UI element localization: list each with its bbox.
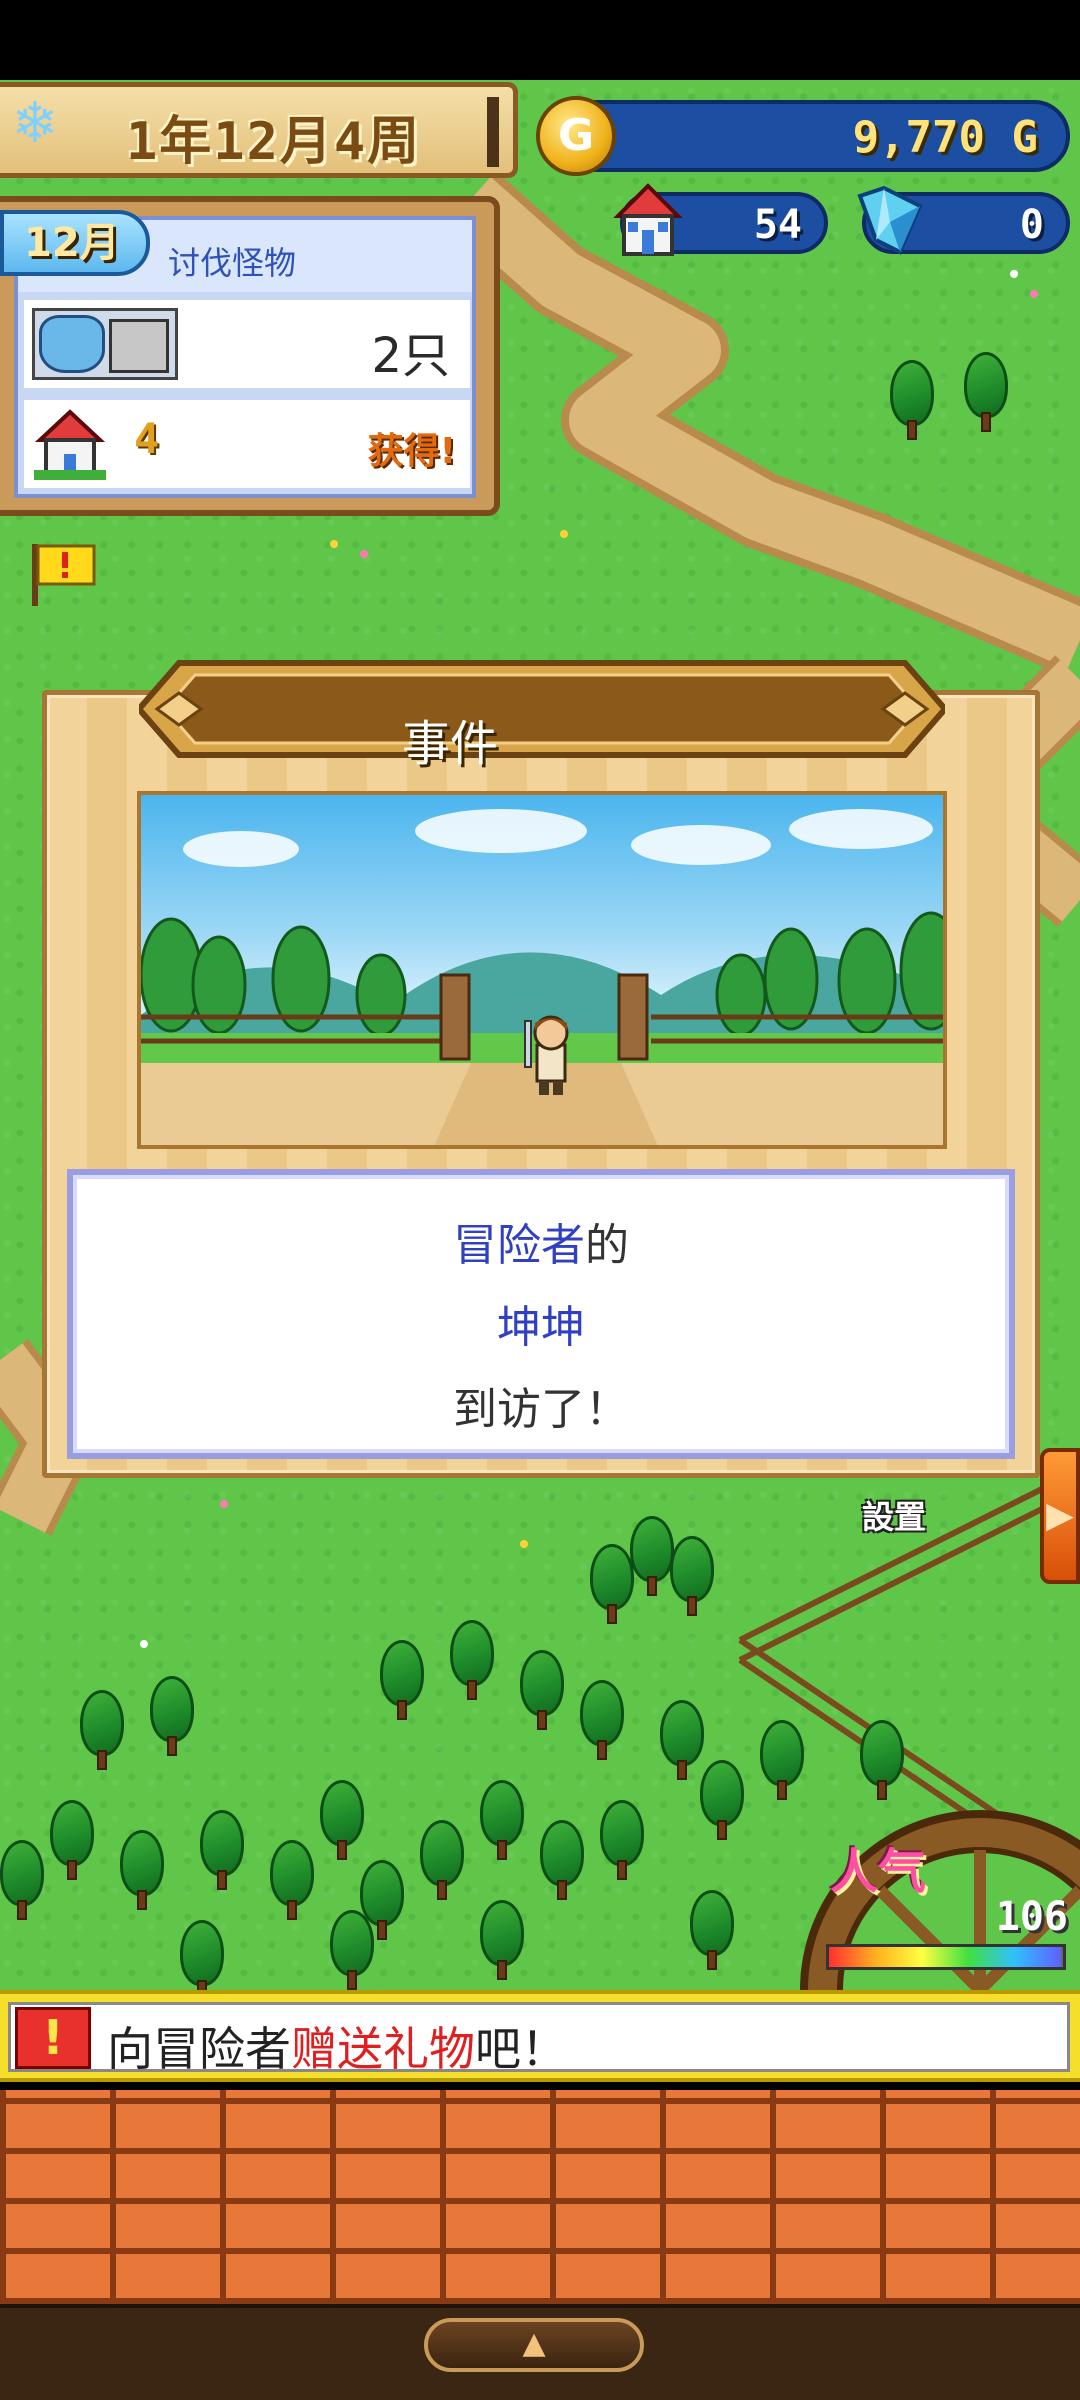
gold-counter: G 9,770 G bbox=[536, 96, 1070, 176]
date-panel: ❄ 1年12月4周 bbox=[0, 82, 518, 178]
event-message-particle: 的 bbox=[585, 1220, 629, 1271]
exclamation-icon: ! bbox=[15, 2007, 91, 2069]
flower bbox=[140, 1640, 148, 1648]
gold-value: 9,770 G bbox=[852, 112, 1038, 163]
popularity-gauge[interactable]: 人气 106 bbox=[790, 1790, 1080, 2170]
tree bbox=[580, 1680, 624, 1762]
tree bbox=[80, 1690, 124, 1772]
flower bbox=[220, 1500, 228, 1508]
tree bbox=[890, 360, 934, 442]
tree bbox=[380, 1640, 424, 1722]
crystal-counter: 0 bbox=[857, 185, 1070, 255]
monster-count: 2只 bbox=[371, 328, 450, 384]
popularity-meter bbox=[826, 1944, 1066, 1970]
event-illustration bbox=[137, 791, 947, 1149]
hint-prefix: 向冒险者 bbox=[107, 2022, 291, 2076]
tree bbox=[480, 1780, 524, 1862]
tree bbox=[964, 352, 1008, 434]
hint-text: 向冒险者赠送礼物吧！ bbox=[107, 2013, 567, 2079]
tree bbox=[450, 1620, 494, 1702]
reward-count: 4 bbox=[134, 414, 160, 463]
tree bbox=[420, 1820, 464, 1902]
bottom-bar: ▲ bbox=[0, 2304, 1080, 2400]
tree bbox=[480, 1900, 524, 1982]
house-counter: 54 bbox=[613, 183, 828, 256]
month-badge: 12月 bbox=[0, 210, 150, 276]
tree bbox=[330, 1910, 374, 1990]
monster-icon bbox=[32, 308, 178, 380]
gold-coin-icon: G bbox=[536, 96, 616, 176]
adventurer-name: 坤坤 bbox=[497, 1302, 585, 1353]
flower bbox=[1010, 270, 1018, 278]
tree bbox=[540, 1820, 584, 1902]
adventurer-class: 冒险者 bbox=[453, 1220, 585, 1271]
event-message-line: 冒险者的 bbox=[73, 1209, 1009, 1273]
side-menu-arrow-button[interactable]: ▶ bbox=[1040, 1448, 1080, 1584]
hint-suffix: 吧！ bbox=[475, 2022, 567, 2076]
tree bbox=[700, 1760, 744, 1842]
event-message-line: 到访了！ bbox=[453, 1384, 629, 1435]
crystal-icon bbox=[857, 185, 923, 255]
date-label: 1年12月4周 bbox=[126, 112, 422, 172]
date-panel-edge bbox=[487, 97, 499, 167]
house-icon bbox=[34, 409, 106, 480]
quest-header: 12月 讨伐怪物 bbox=[0, 210, 472, 292]
tree bbox=[150, 1676, 194, 1758]
event-title: 事件 bbox=[401, 716, 498, 772]
popularity-label: 人气 bbox=[830, 1844, 927, 1900]
flower bbox=[560, 530, 568, 538]
tree bbox=[200, 1810, 244, 1892]
event-dialog[interactable]: 事件 冒险者的 坤坤 到访了！ bbox=[42, 660, 1040, 1478]
house-count: 54 bbox=[753, 202, 802, 248]
tree bbox=[320, 1780, 364, 1862]
quest-card: 12月 讨伐怪物 2只 4 获得! bbox=[0, 210, 476, 498]
flower bbox=[360, 550, 368, 558]
crystal-count: 0 bbox=[1019, 202, 1044, 248]
popularity-value: 106 bbox=[995, 1894, 1068, 1940]
brick-wall bbox=[0, 2090, 1080, 2304]
flag-icon[interactable] bbox=[28, 540, 98, 606]
tree bbox=[690, 1890, 734, 1972]
tree bbox=[0, 1840, 44, 1922]
tree bbox=[670, 1536, 714, 1618]
tree bbox=[630, 1516, 674, 1598]
settings-button[interactable]: 設置 bbox=[862, 1486, 952, 1542]
flower bbox=[520, 1540, 528, 1548]
popularity-meter-fill bbox=[829, 1947, 1061, 1967]
quest-panel[interactable]: 12月 讨伐怪物 2只 4 获得! bbox=[0, 196, 500, 516]
town-gate-scene bbox=[141, 809, 943, 1145]
tree bbox=[590, 1544, 634, 1626]
hint-highlight: 赠送礼物 bbox=[291, 2022, 475, 2076]
tree bbox=[180, 1920, 224, 1990]
tree bbox=[600, 1800, 644, 1882]
hint-bar[interactable]: ! 向冒险者赠送礼物吧！ bbox=[0, 1990, 1080, 2082]
flower bbox=[1030, 290, 1038, 298]
quest-title: 讨伐怪物 bbox=[168, 244, 297, 282]
flower bbox=[330, 540, 338, 548]
tree bbox=[520, 1650, 564, 1732]
snowflake-icon: ❄ bbox=[11, 91, 59, 156]
hint-box: ! 向冒险者赠送礼物吧！ bbox=[8, 2002, 1070, 2076]
tree bbox=[660, 1700, 704, 1782]
tree bbox=[120, 1830, 164, 1912]
event-message-box: 冒险者的 坤坤 到访了！ bbox=[67, 1169, 1015, 1459]
tree bbox=[50, 1800, 94, 1882]
tree bbox=[270, 1840, 314, 1922]
status-bar bbox=[0, 0, 1080, 80]
quest-reward-row: 4 获得! bbox=[24, 400, 470, 488]
reward-status: 获得! bbox=[367, 431, 456, 472]
settings-label: 設置 bbox=[862, 1498, 927, 1536]
expand-menu-button[interactable]: ▲ bbox=[424, 2318, 644, 2372]
quest-target-row: 2只 bbox=[24, 300, 470, 388]
house-icon bbox=[613, 183, 683, 256]
